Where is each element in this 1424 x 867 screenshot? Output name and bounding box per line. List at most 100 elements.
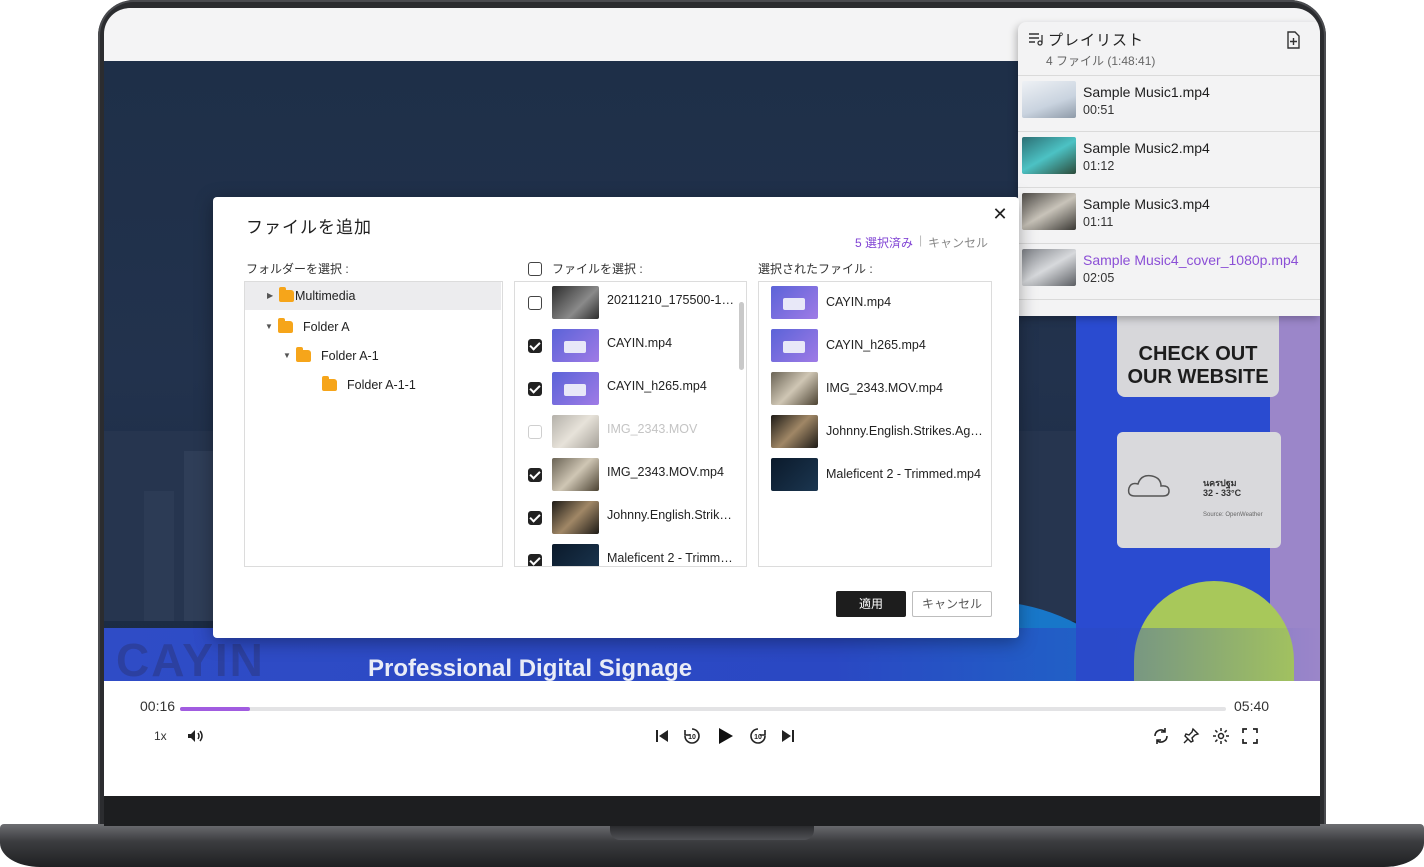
- folder-tree: ▶ Multimedia ▼ Folder A ▼ Folder A-1 Fol…: [244, 281, 503, 567]
- previous-icon[interactable]: [651, 725, 673, 747]
- laptop-notch: [610, 826, 814, 840]
- pin-icon[interactable]: [1180, 725, 1202, 747]
- select-all-checkbox[interactable]: [528, 262, 542, 276]
- playlist-item[interactable]: Sample Music1.mp4 00:51: [1018, 76, 1320, 132]
- file-row[interactable]: CAYIN_h265.mp4: [515, 368, 745, 411]
- add-file-icon[interactable]: [1284, 31, 1302, 49]
- rewind-10-icon[interactable]: 10: [681, 725, 703, 747]
- file-name: Johnny.English.Strikes.Again...: [826, 424, 988, 438]
- playlist-item-duration: 01:12: [1083, 159, 1115, 173]
- banner-tagline: Professional Digital Signage: [368, 655, 693, 681]
- weather-widget: นครปฐม 32 - 33°C Source: OpenWeather: [1117, 432, 1281, 548]
- selected-file-row[interactable]: IMG_2343.MOV.mp4: [759, 368, 989, 411]
- play-icon[interactable]: [714, 725, 736, 747]
- selected-files-label: 選択されたファイル :: [758, 262, 873, 276]
- playlist-item-active[interactable]: Sample Music4_cover_1080p.mp4 02:05: [1018, 244, 1320, 300]
- file-name: Maleficent 2 - Trimmed.mp4: [826, 467, 981, 481]
- playlist-item-duration: 02:05: [1083, 271, 1115, 285]
- file-checkbox[interactable]: [528, 511, 542, 525]
- file-name: 20211210_175500-17...: [607, 293, 737, 307]
- folder-label-text: Folder A-1-1: [347, 378, 416, 392]
- file-name: CAYIN_h265.mp4: [607, 379, 707, 393]
- apply-button[interactable]: 適用: [836, 591, 906, 617]
- playlist-item[interactable]: Sample Music2.mp4 01:12: [1018, 132, 1320, 188]
- playlist-item-duration: 00:51: [1083, 103, 1115, 117]
- chevron-down-icon[interactable]: ▼: [265, 322, 273, 331]
- file-label: ファイルを選択 :: [552, 262, 643, 276]
- file-checkbox[interactable]: [528, 296, 542, 310]
- qr-text-line2: OUR WEBSITE: [1127, 366, 1269, 388]
- volume-icon[interactable]: [184, 725, 206, 747]
- file-checkbox[interactable]: [528, 382, 542, 396]
- repeat-icon[interactable]: [1150, 725, 1172, 747]
- file-thumbnail: [771, 458, 818, 491]
- folder-icon: [296, 347, 311, 362]
- file-row[interactable]: IMG_2343.MOV.mp4: [515, 454, 745, 497]
- file-name: CAYIN_h265.mp4: [826, 338, 926, 352]
- folder-icon: [278, 318, 293, 333]
- folder-item-folder-a[interactable]: ▼ Folder A: [245, 313, 501, 341]
- cancel-selection-link[interactable]: キャンセル: [928, 234, 988, 251]
- file-row[interactable]: CAYIN.mp4: [515, 325, 745, 368]
- cancel-button[interactable]: キャンセル: [912, 591, 992, 617]
- cloud-icon: [1127, 474, 1170, 497]
- file-row[interactable]: Johnny.English.Strikes...: [515, 497, 745, 540]
- folder-icon: [322, 376, 337, 391]
- selected-file-list: CAYIN.mp4 CAYIN_h265.mp4 IMG_2343.MOV.mp…: [758, 281, 992, 567]
- file-row[interactable]: Maleficent 2 - Trimme...: [515, 540, 745, 566]
- file-thumbnail: [771, 329, 818, 362]
- current-time: 00:16: [140, 698, 176, 714]
- file-thumbnail: [552, 501, 599, 534]
- file-name: Maleficent 2 - Trimme...: [607, 551, 737, 565]
- file-name: IMG_2343.MOV.mp4: [826, 381, 943, 395]
- playback-speed[interactable]: 1x: [154, 729, 167, 743]
- folder-label: フォルダーを選択 :: [246, 262, 349, 276]
- folder-icon: [279, 287, 294, 302]
- selected-file-row[interactable]: Maleficent 2 - Trimmed.mp4: [759, 454, 989, 497]
- playlist-thumbnail: [1022, 249, 1076, 286]
- fullscreen-icon[interactable]: [1239, 725, 1261, 747]
- file-name: IMG_2343.MOV.mp4: [607, 465, 724, 479]
- file-row[interactable]: 20211210_175500-17...: [515, 282, 745, 325]
- playlist-summary: 4 ファイル (1:48:41): [1046, 54, 1156, 68]
- file-checkbox[interactable]: [528, 339, 542, 353]
- folder-item-multimedia[interactable]: ▶ Multimedia: [245, 282, 501, 310]
- file-name: CAYIN.mp4: [607, 336, 673, 350]
- weather-temperature: 32 - 33°C: [1203, 488, 1242, 498]
- next-icon[interactable]: [777, 725, 799, 747]
- progress-fill: [180, 707, 251, 711]
- file-thumbnail: [552, 329, 599, 362]
- settings-icon[interactable]: [1210, 725, 1232, 747]
- file-checkbox: [528, 425, 542, 439]
- folder-label-text: Multimedia: [295, 289, 356, 303]
- selected-file-row[interactable]: Johnny.English.Strikes.Again...: [759, 411, 989, 454]
- folder-label-text: Folder A-1: [321, 349, 379, 363]
- playlist-icon: [1029, 33, 1043, 46]
- chevron-down-icon[interactable]: ▼: [283, 351, 291, 360]
- playlist-item-name: Sample Music4_cover_1080p.mp4: [1083, 252, 1299, 268]
- file-thumbnail: [552, 544, 599, 566]
- folder-item-folder-a-1-1[interactable]: Folder A-1-1: [245, 371, 501, 399]
- progress-bar[interactable]: [180, 707, 1226, 711]
- file-thumbnail: [552, 372, 599, 405]
- selected-file-row[interactable]: CAYIN.mp4: [759, 282, 989, 325]
- playlist-item-name: Sample Music2.mp4: [1083, 140, 1210, 156]
- selected-count: 5 選択済み: [855, 236, 914, 250]
- playlist-item-name: Sample Music3.mp4: [1083, 196, 1210, 212]
- chevron-right-icon[interactable]: ▶: [267, 291, 275, 300]
- playlist-panel: プレイリスト 4 ファイル (1:48:41) Sample Music1.mp…: [1018, 22, 1320, 316]
- selected-file-row[interactable]: CAYIN_h265.mp4: [759, 325, 989, 368]
- file-list[interactable]: 20211210_175500-17... CAYIN.mp4 CAYIN_h2…: [514, 281, 747, 567]
- file-row-disabled: IMG_2343.MOV: [515, 411, 745, 454]
- file-checkbox[interactable]: [528, 468, 542, 482]
- close-icon[interactable]: ✕: [991, 205, 1009, 223]
- file-checkbox[interactable]: [528, 554, 542, 566]
- forward-10-icon[interactable]: 10: [747, 725, 769, 747]
- folder-item-folder-a-1[interactable]: ▼ Folder A-1: [245, 342, 501, 370]
- folder-label-text: Folder A: [303, 320, 350, 334]
- file-name: Johnny.English.Strikes...: [607, 508, 737, 522]
- playlist-item[interactable]: Sample Music3.mp4 01:11: [1018, 188, 1320, 244]
- playlist-thumbnail: [1022, 81, 1076, 118]
- playlist-thumbnail: [1022, 193, 1076, 230]
- svg-text:10: 10: [688, 734, 696, 741]
